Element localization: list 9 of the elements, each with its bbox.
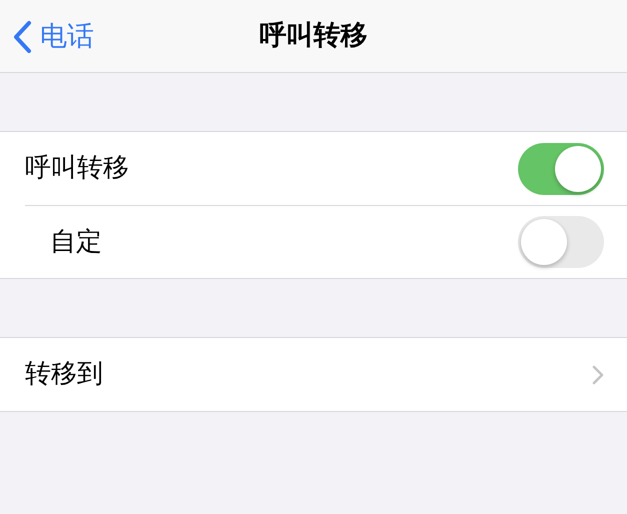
row-label: 自定 bbox=[50, 226, 103, 258]
chevron-left-icon bbox=[12, 20, 32, 54]
chevron-right-icon[interactable] bbox=[592, 364, 604, 384]
row-label: 呼叫转移 bbox=[25, 152, 130, 185]
toggle-switch[interactable] bbox=[518, 142, 604, 194]
toggle-switch[interactable] bbox=[518, 216, 604, 268]
page-title: 呼叫转移 bbox=[260, 18, 368, 53]
back-button[interactable]: 电话 bbox=[12, 17, 94, 58]
row-label: 转移到 bbox=[25, 358, 104, 391]
